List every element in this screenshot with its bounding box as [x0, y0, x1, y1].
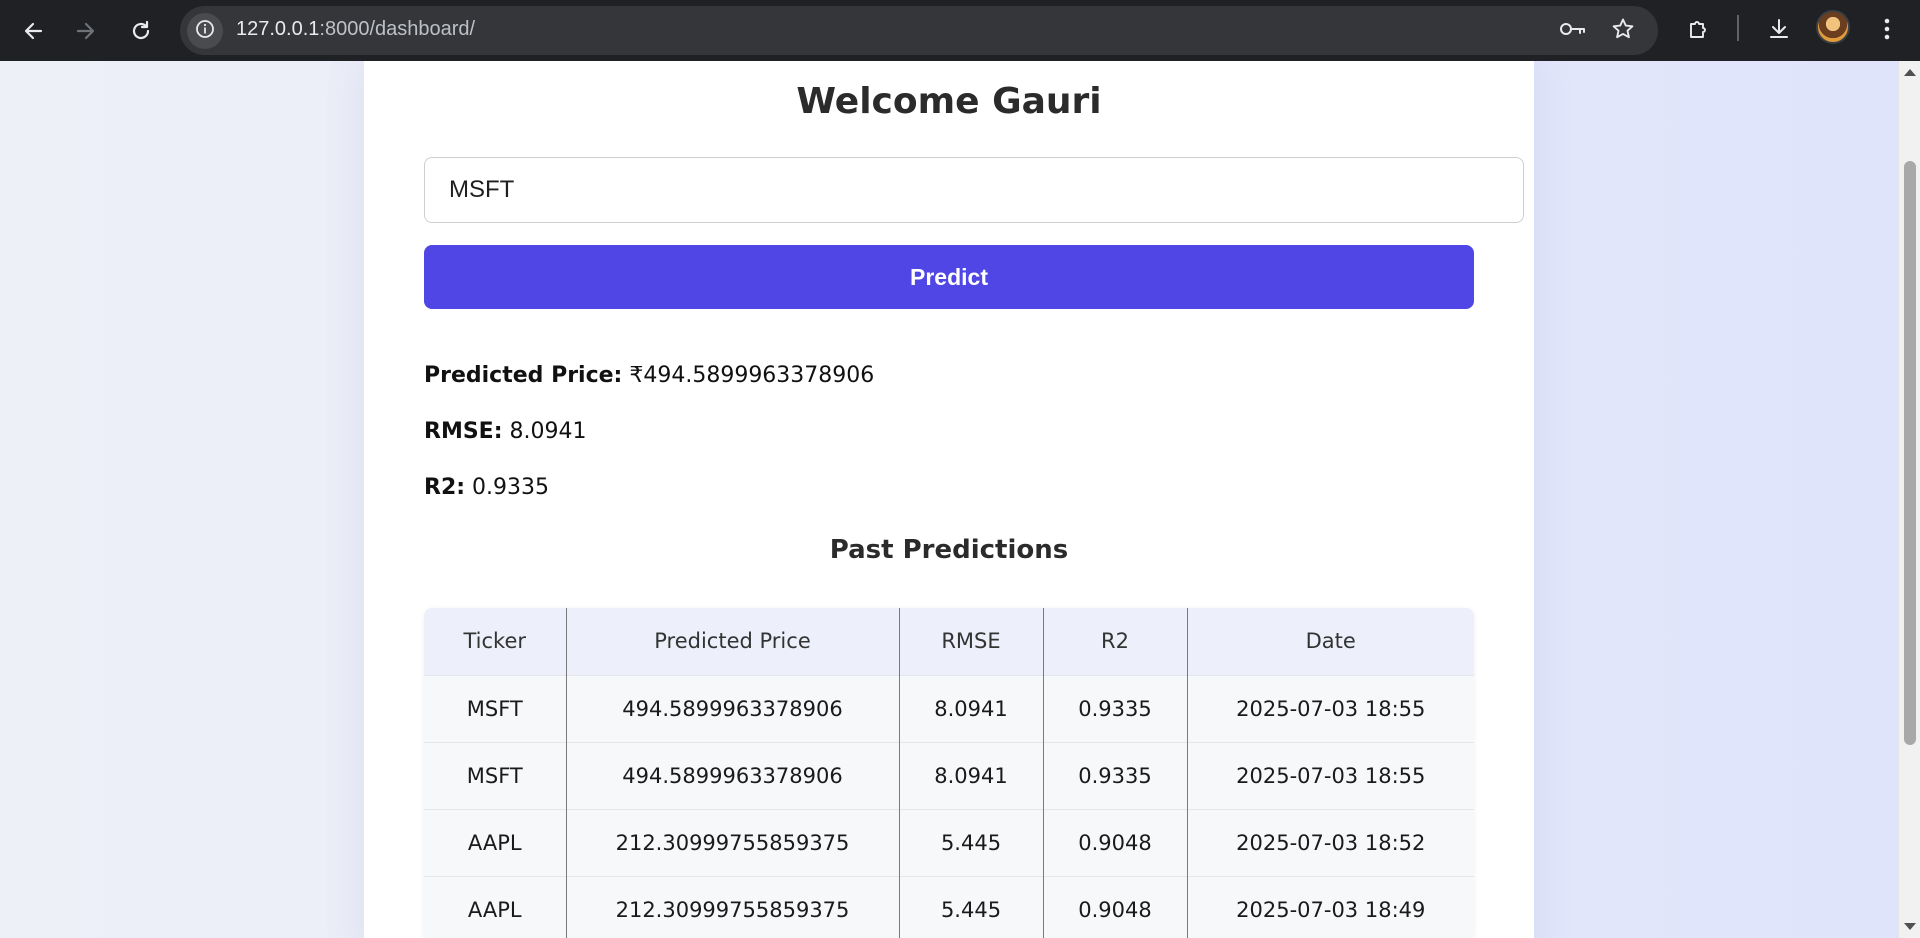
cell-rmse: 8.0941 [899, 741, 1044, 809]
cell-ticker: MSFT [424, 741, 567, 809]
scroll-thumb[interactable] [1904, 161, 1916, 745]
cell-ticker: AAPL [424, 875, 567, 938]
avatar[interactable] [1816, 10, 1850, 44]
header-date: Date [1187, 608, 1474, 675]
past-predictions-heading: Past Predictions [829, 535, 1069, 565]
rmse-metric: RMSE: 8.0941 [424, 419, 587, 444]
browser-toolbar: 127.0.0.1:8000/dashboard/ [0, 0, 1920, 61]
table-row: MSFT 494.5899963378906 8.0941 0.9335 202… [424, 741, 1474, 809]
header-r2: R2 [1043, 608, 1188, 675]
cell-rmse: 5.445 [899, 808, 1044, 876]
cell-r2: 0.9335 [1043, 741, 1188, 809]
page-scrollbar[interactable] [1898, 61, 1920, 938]
table-row: AAPL 212.30999755859375 5.445 0.9048 202… [424, 808, 1474, 876]
cell-predicted-price: 494.5899963378906 [566, 741, 900, 809]
dashboard-card: Welcome Gauri Predict Predicted Price: ₹… [364, 61, 1534, 938]
kebab-menu-icon [1883, 17, 1891, 45]
metric-label: RMSE: [424, 419, 503, 444]
header-predicted-price: Predicted Price [566, 608, 900, 675]
cell-rmse: 8.0941 [899, 674, 1044, 742]
cell-date: 2025-07-03 18:49 [1187, 875, 1474, 938]
metric-value: ₹494.5899963378906 [629, 363, 875, 388]
url-text[interactable]: 127.0.0.1:8000/dashboard/ [236, 18, 475, 41]
past-predictions-table: Ticker Predicted Price RMSE R2 Date MSFT… [424, 608, 1474, 938]
cell-predicted-price: 212.30999755859375 [566, 808, 900, 876]
downloads-button[interactable] [1760, 12, 1798, 50]
reload-button[interactable] [122, 12, 160, 50]
reload-icon [130, 20, 152, 42]
cell-r2: 0.9048 [1043, 808, 1188, 876]
ticker-input[interactable] [424, 157, 1524, 223]
browser-menu-button[interactable] [1868, 12, 1906, 50]
metric-value: 0.9335 [472, 475, 550, 500]
table-header-row: Ticker Predicted Price RMSE R2 Date [424, 608, 1474, 675]
cell-date: 2025-07-03 18:52 [1187, 808, 1474, 876]
site-info-button[interactable] [187, 13, 223, 49]
cell-date: 2025-07-03 18:55 [1187, 741, 1474, 809]
cell-r2: 0.9048 [1043, 875, 1188, 938]
star-icon [1611, 17, 1635, 45]
cell-date: 2025-07-03 18:55 [1187, 674, 1474, 742]
metric-value: 8.0941 [509, 419, 587, 444]
header-ticker: Ticker [424, 608, 567, 675]
scroll-up-arrow-icon[interactable] [1904, 69, 1916, 76]
back-arrow-icon [22, 20, 44, 42]
r2-metric: R2: 0.9335 [424, 475, 549, 500]
url-path: :8000/dashboard/ [319, 18, 476, 40]
header-rmse: RMSE [899, 608, 1044, 675]
info-icon [195, 19, 215, 43]
bookmark-button[interactable] [1610, 18, 1636, 44]
cell-rmse: 5.445 [899, 875, 1044, 938]
download-icon [1767, 17, 1791, 45]
password-key-button[interactable] [1560, 18, 1586, 44]
cell-predicted-price: 212.30999755859375 [566, 875, 900, 938]
cell-predicted-price: 494.5899963378906 [566, 674, 900, 742]
cell-ticker: AAPL [424, 808, 567, 876]
table-row: AAPL 212.30999755859375 5.445 0.9048 202… [424, 875, 1474, 938]
forward-arrow-icon [75, 20, 97, 42]
predicted-price-metric: Predicted Price: ₹494.5899963378906 [424, 363, 874, 388]
puzzle-icon [1687, 17, 1711, 45]
scroll-down-arrow-icon[interactable] [1904, 923, 1916, 930]
predict-button[interactable]: Predict [424, 245, 1474, 309]
back-button[interactable] [14, 12, 52, 50]
table-row: MSFT 494.5899963378906 8.0941 0.9335 202… [424, 674, 1474, 742]
page-title: Welcome Gauri [796, 81, 1102, 122]
address-bar[interactable]: 127.0.0.1:8000/dashboard/ [180, 6, 1658, 55]
page-viewport: Welcome Gauri Predict Predicted Price: ₹… [0, 61, 1920, 938]
metric-label: R2: [424, 475, 466, 500]
cell-r2: 0.9335 [1043, 674, 1188, 742]
extensions-button[interactable] [1680, 12, 1718, 50]
cell-ticker: MSFT [424, 674, 567, 742]
toolbar-divider [1737, 15, 1739, 41]
url-host: 127.0.0.1 [236, 18, 320, 40]
key-icon [1559, 19, 1587, 43]
metric-label: Predicted Price: [424, 363, 623, 388]
forward-button[interactable] [67, 12, 105, 50]
